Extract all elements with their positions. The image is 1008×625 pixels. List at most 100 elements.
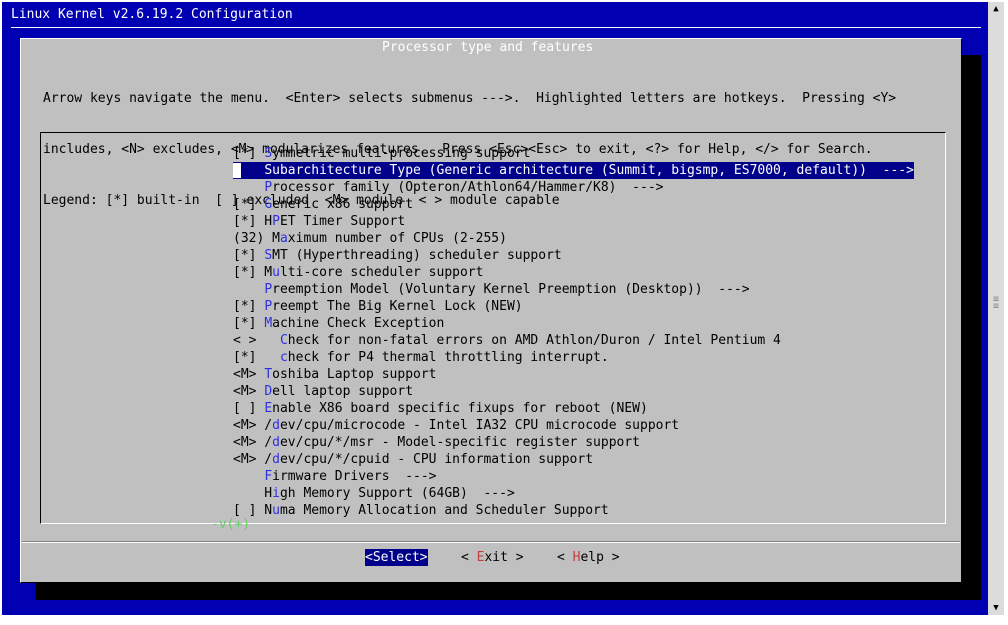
menu-item-hotkey: M xyxy=(264,316,273,331)
menu-item-hotkey: u xyxy=(272,503,280,518)
menu-item-label: MT (Hyperthreading) scheduler support xyxy=(272,248,562,263)
menu-item-hotkey: C xyxy=(279,333,288,348)
menu-item-prefix: [*] xyxy=(233,248,265,263)
menu-item[interactable]: [*] Generic x86 support xyxy=(233,196,914,213)
menu-list-box: [*] Symmetric multi-processing support S… xyxy=(40,132,946,531)
more-indicator: -v(+) xyxy=(211,517,251,532)
menu-item-label: nable X86 board specific fixups for rebo… xyxy=(272,401,648,416)
menu-item[interactable]: < > Check for non-fatal errors on AMD At… xyxy=(233,332,914,349)
menu-item-label: ubarchitecture Type (Generic architectur… xyxy=(272,163,914,178)
menu-item-label: heck for P4 thermal throttling interrupt… xyxy=(287,350,609,365)
menu-item[interactable]: Firmware Drivers ---> xyxy=(233,468,914,485)
menu-item-prefix: <M> / xyxy=(233,418,273,433)
menu-item-label: rocessor family (Opteron/Athlon64/Hammer… xyxy=(272,180,664,195)
menu-item-hotkey: P xyxy=(264,299,273,314)
menu-item-label: ell laptop support xyxy=(272,384,414,399)
menu-item-prefix: [*] xyxy=(233,299,265,314)
menu-item-label: heck for non-fatal errors on AMD Athlon/… xyxy=(287,333,781,348)
menuconfig-dialog: Processor type and features Arrow keys n… xyxy=(20,38,962,583)
menu-item[interactable]: [*] SMT (Hyperthreading) scheduler suppo… xyxy=(233,247,914,264)
help-line: Arrow keys navigate the menu. <Enter> se… xyxy=(43,91,897,106)
menu-item-hotkey: d xyxy=(272,418,280,433)
menu-item[interactable]: [*] Multi-core scheduler support xyxy=(233,264,914,281)
menu-item-hotkey: u xyxy=(272,265,280,280)
button-separator-highlight xyxy=(22,542,960,543)
menu-item[interactable]: [*] check for P4 thermal throttling inte… xyxy=(233,349,914,366)
menu-item-label: ev/cpu/*/msr - Model-specific register s… xyxy=(279,435,640,450)
menu-item[interactable]: <M> /dev/cpu/*/msr - Model-specific regi… xyxy=(233,434,914,451)
select-button[interactable]: <Select> xyxy=(365,549,428,566)
menu-item-prefix: [*] M xyxy=(233,265,273,280)
menu-item[interactable]: Processor family (Opteron/Athlon64/Hamme… xyxy=(233,179,914,196)
menu-item[interactable]: [*] HPET Timer Support xyxy=(233,213,914,230)
menu-item[interactable]: Subarchitecture Type (Generic architectu… xyxy=(233,162,914,179)
menu-item[interactable]: (32) Maximum number of CPUs (2-255) xyxy=(233,230,914,247)
menu-item-label: achine Check Exception xyxy=(272,316,445,331)
menu-item-prefix: [ ] xyxy=(233,401,265,416)
menu-item[interactable]: [ ] Numa Memory Allocation and Scheduler… xyxy=(233,502,914,519)
menu-item-hotkey: P xyxy=(264,282,273,297)
menu-item-prefix: (32) M xyxy=(233,231,280,246)
menu-item-prefix: < > xyxy=(233,333,280,348)
menu-item[interactable]: [*] Symmetric multi-processing support xyxy=(233,145,914,162)
help-button[interactable]: < Help > xyxy=(557,549,620,566)
menu-item-hotkey: d xyxy=(272,435,280,450)
menu-item-hotkey: S xyxy=(264,146,273,161)
menu-item-prefix: [*] xyxy=(233,146,265,161)
menu-item-label: ximum number of CPUs (2-255) xyxy=(287,231,507,246)
menu-item-label: ev/cpu/microcode - Intel IA32 CPU microc… xyxy=(279,418,680,433)
menu-item-hotkey: S xyxy=(264,163,273,178)
menu-item-prefix: H xyxy=(233,486,273,501)
menu-item-label: irmware Drivers ---> xyxy=(272,469,437,484)
menu-item-label: lti-core scheduler support xyxy=(279,265,484,280)
window-title: Linux Kernel v2.6.19.2 Configuration xyxy=(11,7,293,22)
menu-item-hotkey: c xyxy=(279,350,288,365)
menu-item-hotkey: d xyxy=(272,452,280,467)
menu-item-prefix: <M> / xyxy=(233,435,273,450)
help-button-pre: < xyxy=(557,550,573,565)
menu-item[interactable]: <M> /dev/cpu/*/cpuid - CPU information s… xyxy=(233,451,914,468)
button-bar: <Select> < Exit > < Help > xyxy=(21,549,961,566)
menu-item[interactable]: [*] Machine Check Exception xyxy=(233,315,914,332)
menu-item[interactable]: [ ] Enable X86 board specific fixups for… xyxy=(233,400,914,417)
menu-item-hotkey: P xyxy=(272,214,280,229)
menu-item[interactable]: [*] Preempt The Big Kernel Lock (NEW) xyxy=(233,298,914,315)
menu-item-prefix: <M> xyxy=(233,384,265,399)
scroll-grip-icon[interactable]: ≡ ≡ xyxy=(992,295,1000,312)
menu-item-label: reemption Model (Voluntary Kernel Preemp… xyxy=(272,282,750,297)
menu-item-hotkey: D xyxy=(264,384,273,399)
help-button-post: elp > xyxy=(580,550,620,565)
scroll-up-icon[interactable]: ▲ xyxy=(988,2,1004,16)
terminal-window: Linux Kernel v2.6.19.2 Configuration Pro… xyxy=(2,2,988,615)
menu-item-label: oshiba Laptop support xyxy=(272,367,437,382)
menu-item[interactable]: <M> /dev/cpu/microcode - Intel IA32 CPU … xyxy=(233,417,914,434)
menu-item-label: ev/cpu/*/cpuid - CPU information support xyxy=(279,452,594,467)
menu-item-hotkey: a xyxy=(279,231,288,246)
menu-item[interactable]: High Memory Support (64GB) ---> xyxy=(233,485,914,502)
menu-item-prefix: <M> / xyxy=(233,452,273,467)
menu-item-hotkey: E xyxy=(264,401,273,416)
menu-item-prefix: [*] H xyxy=(233,214,273,229)
menu-item-hotkey: T xyxy=(264,367,273,382)
menu-item-prefix xyxy=(233,469,264,484)
exit-button[interactable]: < Exit > xyxy=(461,549,524,566)
exit-button-pre: < xyxy=(461,550,477,565)
menu-item-label: ma Memory Allocation and Scheduler Suppo… xyxy=(279,503,609,518)
title-underline xyxy=(11,27,981,28)
menu-item-prefix: [ ] N xyxy=(233,503,273,518)
menu-item-label: reempt The Big Kernel Lock (NEW) xyxy=(272,299,523,314)
menu-item[interactable]: <M> Toshiba Laptop support xyxy=(233,366,914,383)
menu-item[interactable]: Preemption Model (Voluntary Kernel Preem… xyxy=(233,281,914,298)
menu-item-hotkey: P xyxy=(264,180,273,195)
menu-item[interactable]: <M> Dell laptop support xyxy=(233,383,914,400)
menu-item-label: ymmetric multi-processing support xyxy=(272,146,531,161)
menu-item-prefix xyxy=(241,163,264,178)
menu-item-prefix: [*] xyxy=(233,197,265,212)
selection-cursor xyxy=(233,163,241,178)
menu-item-prefix xyxy=(233,180,264,195)
menu-item-hotkey: i xyxy=(272,486,280,501)
vertical-scrollbar[interactable]: ▲ ≡ ≡ ▼ xyxy=(988,2,1004,615)
scroll-down-icon[interactable]: ▼ xyxy=(988,601,1004,615)
menu-item-label: ET Timer Support xyxy=(279,214,406,229)
menu-item-hotkey: G xyxy=(264,197,273,212)
